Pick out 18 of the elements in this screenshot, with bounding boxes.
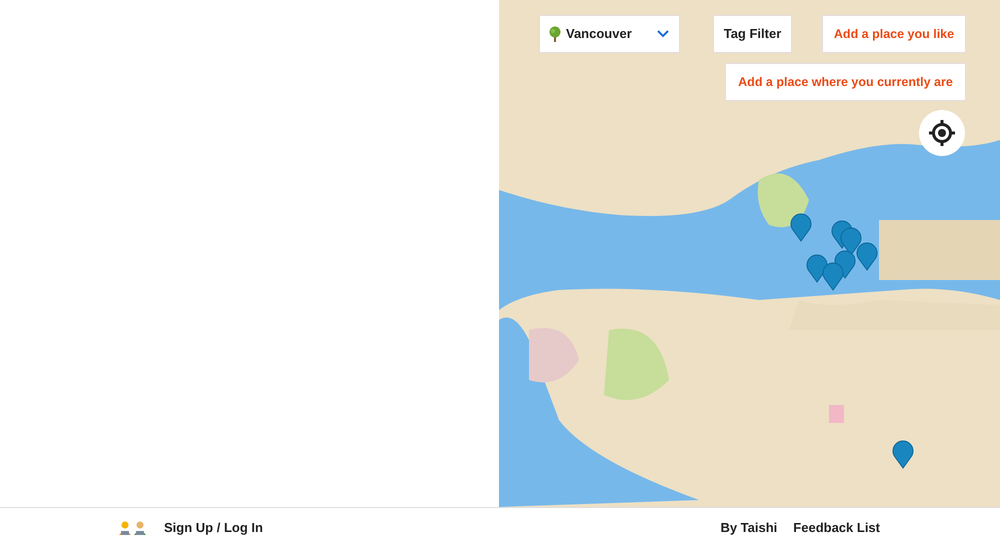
footer-link[interactable]: By Taishi	[720, 518, 778, 538]
crosshair-icon	[928, 119, 956, 147]
people-icon	[118, 520, 148, 536]
map-pin-icon[interactable]	[840, 226, 862, 256]
map-pin-icon[interactable]	[806, 253, 828, 283]
map-pin-icon[interactable]	[822, 261, 844, 291]
add-current-place-button[interactable]: Add a place where you currently are	[725, 63, 966, 101]
footer-link[interactable]: Feedback List	[793, 518, 880, 538]
chevron-down-icon	[657, 30, 669, 38]
map-pin-icon[interactable]	[892, 439, 914, 469]
tag-filter-button[interactable]: Tag Filter	[713, 15, 792, 53]
add-place-button[interactable]: Add a place you like	[822, 15, 966, 53]
map-pin-icon[interactable]	[790, 212, 812, 242]
city-name: Vancouver	[566, 25, 632, 44]
tree-icon	[548, 26, 562, 42]
map-pin-icon[interactable]	[856, 241, 878, 271]
city-dropdown[interactable]: Vancouver	[539, 15, 680, 53]
sign-in-link[interactable]: Sign Up / Log In	[164, 518, 263, 538]
